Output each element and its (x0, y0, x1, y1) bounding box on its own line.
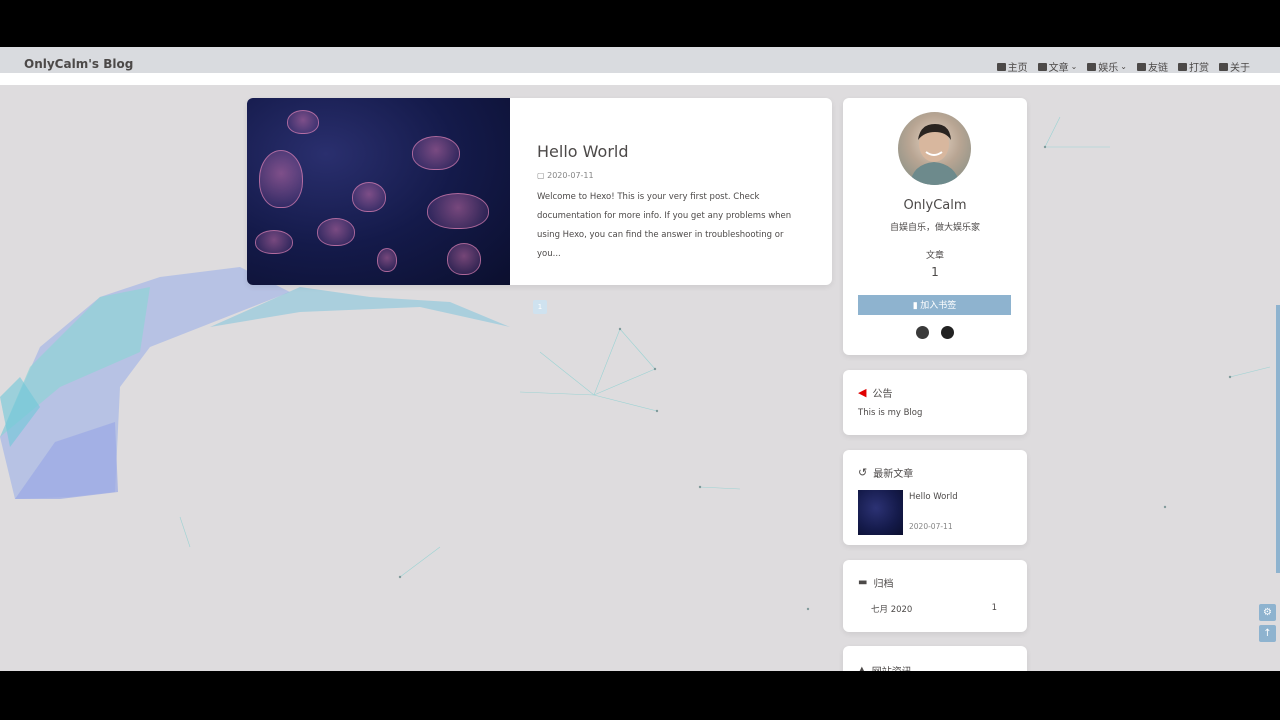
archive-title: 归档 (873, 579, 894, 590)
chevron-down-icon: ⌄ (1120, 62, 1127, 71)
post-title[interactable]: Hello World (537, 142, 629, 161)
pagination-current[interactable]: 1 (533, 300, 547, 314)
menu-item-4[interactable]: 打赏 (1178, 59, 1209, 74)
social-links (843, 326, 1027, 339)
post-date: ▢ 2020-07-11 (537, 171, 594, 180)
post-date-text: 2020-07-11 (547, 171, 594, 180)
site-info-card: ▲ 网站资讯 (843, 646, 1027, 671)
recent-posts-header: ↺ 最新文章 (858, 465, 913, 480)
chart-icon: ▲ (858, 665, 866, 671)
avatar (898, 112, 971, 185)
github-icon[interactable] (916, 326, 929, 339)
page-viewport: OnlyCalm's Blog 主页 文章 ⌄ 娱乐 ⌄ 友链 打赏 关于 Hello Wor… (0, 47, 1280, 671)
csdn-icon[interactable] (941, 326, 954, 339)
author-name: OnlyCalm (903, 198, 967, 213)
menu-item-1[interactable]: 文章 ⌄ (1037, 59, 1078, 74)
articles-count[interactable]: 1 (843, 265, 1027, 279)
users-icon (1137, 62, 1146, 71)
site-name[interactable]: OnlyCalm's Blog (24, 57, 133, 71)
bullhorn-icon: ◀ (858, 386, 867, 399)
menu-item-2[interactable]: 娱乐 ⌄ (1087, 59, 1127, 74)
heart-icon (1219, 62, 1228, 71)
archive-icon: ▬ (858, 577, 868, 588)
articles-label[interactable]: 文章 (843, 248, 1027, 261)
menu-item-label: 友链 (1148, 63, 1168, 74)
book-icon (1037, 62, 1047, 71)
profile-card: OnlyCalm 自娱自乐，做大娱乐家 文章 1 ▮ 加入书签 (843, 98, 1027, 355)
history-icon: ↺ (858, 466, 868, 479)
post-card[interactable]: Hello World ▢ 2020-07-11 Welcome to Hexo… (247, 98, 832, 285)
site-info-title: 网站资讯 (872, 663, 912, 671)
main-menu: 主页 文章 ⌄ 娱乐 ⌄ 友链 打赏 关于 (996, 59, 1250, 74)
settings-gear-icon[interactable]: ⚙ (1259, 604, 1276, 621)
menu-item-label: 文章 (1048, 63, 1069, 74)
menu-item-label: 打赏 (1189, 63, 1209, 74)
announcement-title: 公告 (872, 389, 893, 400)
recent-post-thumbnail[interactable] (858, 490, 903, 535)
chevron-down-icon: ⌄ (1070, 62, 1078, 71)
menu-item-3[interactable]: 友链 (1137, 59, 1168, 74)
site-info-header: ▲ 网站资讯 (858, 663, 912, 671)
navbar: OnlyCalm's Blog 主页 文章 ⌄ 娱乐 ⌄ 友链 打赏 关于 (0, 47, 1280, 74)
calendar-icon: ▢ (537, 171, 548, 180)
post-excerpt: Welcome to Hexo! This is your very first… (537, 192, 792, 259)
menu-item-label: 娱乐 (1098, 63, 1119, 74)
menu-item-0[interactable]: 主页 (996, 59, 1028, 74)
archive-count: 1 (991, 603, 997, 613)
menu-item-label: 主页 (1007, 63, 1028, 74)
author-description: 自娱自乐，做大娱乐家 (889, 223, 980, 233)
menu-item-label: 关于 (1230, 63, 1250, 74)
navbar-divider (0, 73, 1280, 85)
recent-post-date: 2020-07-11 (909, 522, 953, 531)
announcement-header: ◀ 公告 (858, 385, 892, 400)
gift-icon (1178, 62, 1187, 71)
announcement-text: This is my Blog (858, 408, 923, 418)
recent-posts-title: 最新文章 (873, 469, 914, 480)
bookmark-button[interactable]: ▮ 加入书签 (858, 295, 1011, 315)
bookmark-label: 加入书签 (920, 300, 957, 310)
announcement-card: ◀ 公告 This is my Blog (843, 370, 1027, 435)
menu-item-5[interactable]: 关于 (1219, 59, 1250, 74)
music-icon (1087, 62, 1097, 71)
back-to-top-icon[interactable]: ↑ (1259, 625, 1276, 642)
archive-header: ▬ 归档 (858, 575, 893, 590)
home-icon (996, 62, 1006, 71)
archive-month[interactable]: 七月 2020 (871, 603, 912, 615)
post-cover-image[interactable] (247, 98, 510, 285)
scrollbar[interactable] (1276, 305, 1280, 573)
archive-card: ▬ 归档 七月 2020 1 (843, 560, 1027, 632)
recent-posts-card: ↺ 最新文章 Hello World 2020-07-11 (843, 450, 1027, 545)
recent-post-title[interactable]: Hello World (909, 492, 958, 502)
